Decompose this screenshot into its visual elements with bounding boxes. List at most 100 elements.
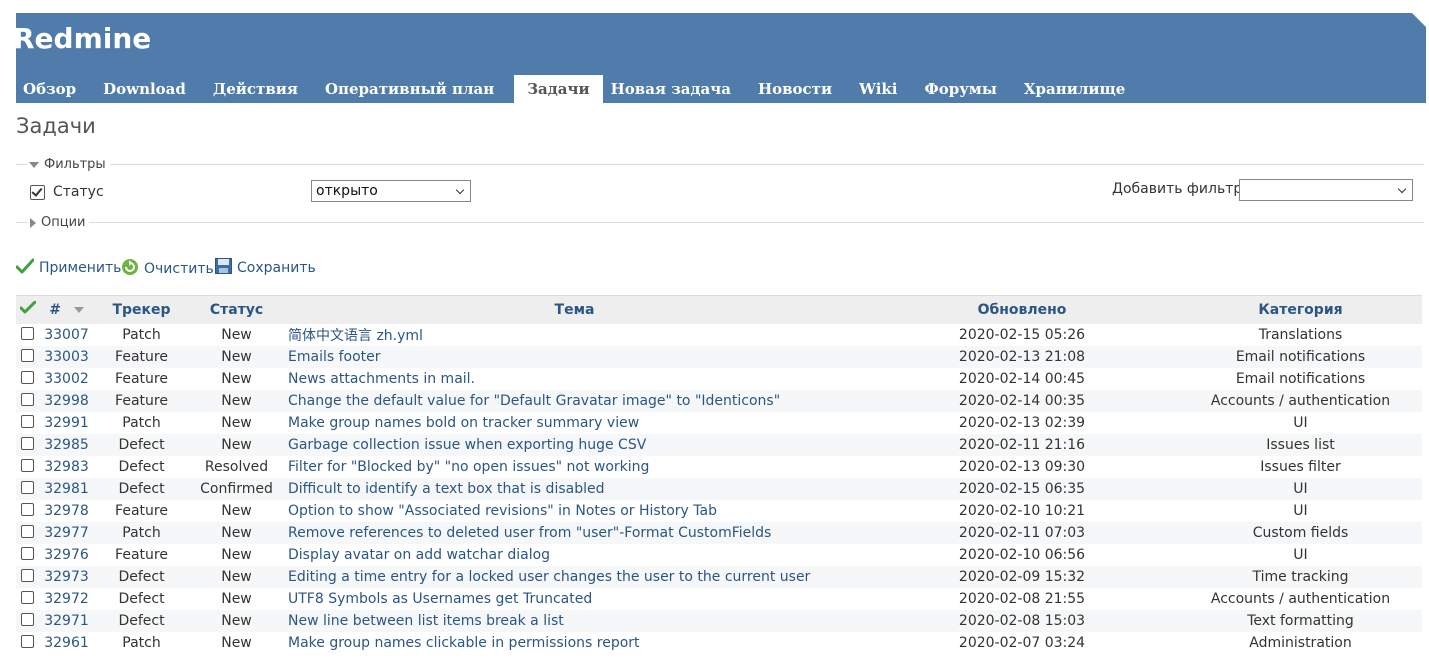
issue-subject-link[interactable]: Change the default value for "Default Gr… xyxy=(288,393,780,409)
updated-cell: 2020-02-13 02:39 xyxy=(958,415,1086,431)
status-operator-select[interactable]: открыто xyxy=(311,180,471,202)
issue-subject-link[interactable]: Garbage collection issue when exporting … xyxy=(288,437,646,453)
issue-subject-link[interactable]: Emails footer xyxy=(288,349,381,365)
issue-subject-link[interactable]: News attachments in mail. xyxy=(288,371,475,387)
table-row[interactable]: 33002 Feature New News attachments in mail.… xyxy=(16,368,1422,390)
issue-subject-link[interactable]: Make group names clickable in permission… xyxy=(288,635,640,651)
status-cell: New xyxy=(221,371,252,387)
issue-id-link[interactable]: 32985 xyxy=(44,437,89,453)
status-cell: New xyxy=(189,346,284,368)
issue-id-link[interactable]: 32977 xyxy=(44,525,89,541)
issue-id-link[interactable]: 32973 xyxy=(44,569,89,585)
row-checkbox[interactable] xyxy=(21,370,34,384)
status-cell: New xyxy=(221,327,252,343)
issue-subject-link[interactable]: New line between list items break a list xyxy=(288,613,564,629)
issue-id-link[interactable]: 32978 xyxy=(44,503,89,519)
table-row[interactable]: 32998 Feature New Change the default value … xyxy=(16,390,1422,412)
issue-id-link[interactable]: 32991 xyxy=(44,415,89,431)
category-cell: UI xyxy=(1293,415,1308,431)
menu-item[interactable]: Задачи xyxy=(514,75,603,103)
status-cell: New xyxy=(189,390,284,412)
table-row[interactable]: 32978 Feature New Option to show "Associate… xyxy=(16,500,1422,522)
row-checkbox[interactable] xyxy=(21,612,34,626)
issue-id-link[interactable]: 33002 xyxy=(44,371,89,387)
issue-id-link[interactable]: 32972 xyxy=(44,591,89,607)
clear-button[interactable]: Очистить xyxy=(121,258,214,280)
add-filter-label: Добавить фильтр xyxy=(1112,181,1243,197)
row-checkbox[interactable] xyxy=(21,326,34,340)
options-legend-toggle[interactable]: Опции xyxy=(27,215,90,230)
column-category-header[interactable]: Категория xyxy=(1179,295,1422,324)
row-checkbox[interactable] xyxy=(21,436,34,450)
menu-item[interactable]: Новости xyxy=(751,75,839,103)
menu-item[interactable]: Новая задача xyxy=(604,75,738,103)
row-checkbox[interactable] xyxy=(21,480,34,494)
status-filter-checkbox[interactable] xyxy=(30,184,45,200)
menu-item[interactable]: Форумы xyxy=(917,75,1003,103)
issue-subject-link[interactable]: UTF8 Symbols as Usernames get Truncated xyxy=(288,591,592,607)
column-updated-header[interactable]: Обновлено xyxy=(865,295,1179,324)
table-row[interactable]: 32976 Feature New Display avatar on add wat… xyxy=(16,544,1422,566)
issue-subject-link[interactable]: Editing a time entry for a locked user c… xyxy=(288,569,810,585)
table-row[interactable]: 32973 Defect New Editing a time entry for a… xyxy=(16,566,1422,588)
issue-subject-link[interactable]: Remove references to deleted user from "… xyxy=(288,525,771,541)
menu-item[interactable]: Оперативный план xyxy=(318,75,501,103)
table-row[interactable]: 32971 Defect New New line between list item… xyxy=(16,610,1422,632)
menu-item[interactable]: Wiki xyxy=(852,75,904,103)
issue-subject-link[interactable]: Option to show "Associated revisions" in… xyxy=(288,503,717,519)
updated-cell: 2020-02-10 06:56 xyxy=(958,547,1086,563)
save-button[interactable]: Сохранить xyxy=(215,258,316,278)
toggle-all-checkbox[interactable] xyxy=(16,295,39,324)
column-id-header[interactable]: # xyxy=(39,295,94,324)
issue-id-link[interactable]: 32981 xyxy=(44,481,89,497)
row-checkbox[interactable] xyxy=(21,414,34,428)
issue-subject-link[interactable]: Display avatar on add watchar dialog xyxy=(288,547,550,563)
row-checkbox[interactable] xyxy=(21,348,34,362)
issue-id-link[interactable]: 32961 xyxy=(44,635,89,651)
row-checkbox[interactable] xyxy=(21,392,34,406)
table-row[interactable]: 32985 Defect New Garbage collection issue w… xyxy=(16,434,1422,456)
issue-id-link[interactable]: 32976 xyxy=(44,547,89,563)
issue-id-link[interactable]: 32998 xyxy=(44,393,89,409)
table-row[interactable]: 32983 Defect Resolved Filter for "Blocked b… xyxy=(16,456,1422,478)
row-checkbox[interactable] xyxy=(21,568,34,582)
row-checkbox[interactable] xyxy=(21,458,34,472)
menu-item[interactable]: Download xyxy=(96,75,193,103)
table-row[interactable]: 32977 Patch New Remove references to delete… xyxy=(16,522,1422,544)
menu-item[interactable]: Хранилище xyxy=(1017,75,1132,103)
app-title[interactable]: Redmine xyxy=(13,22,151,55)
add-filter-select[interactable] xyxy=(1239,179,1413,201)
row-checkbox[interactable] xyxy=(21,502,34,516)
row-checkbox[interactable] xyxy=(21,524,34,538)
table-row[interactable]: 33007 Patch New 简体中文语言 zh.yml 2020-02-15 05:… xyxy=(16,324,1422,346)
issue-subject-link[interactable]: Filter for "Blocked by" "no open issues"… xyxy=(288,459,649,475)
filters-legend-toggle[interactable]: Фильтры xyxy=(27,157,110,172)
issue-id-link[interactable]: 32971 xyxy=(44,613,89,629)
category-cell: UI xyxy=(1293,503,1308,519)
table-row[interactable]: 32961 Patch New Make group names clickable … xyxy=(16,632,1422,654)
issue-subject-link[interactable]: Difficult to identify a text box that is… xyxy=(288,481,604,497)
issue-subject-link[interactable]: 简体中文语言 zh.yml xyxy=(288,328,423,344)
row-checkbox[interactable] xyxy=(21,546,34,560)
menu-item[interactable]: Действия xyxy=(206,75,305,103)
issue-subject-link[interactable]: Make group names bold on tracker summary… xyxy=(288,415,639,431)
updated-cell: 2020-02-07 03:24 xyxy=(958,635,1086,651)
issue-id-link[interactable]: 33003 xyxy=(44,349,89,365)
issue-id-link[interactable]: 33007 xyxy=(44,327,89,343)
table-row[interactable]: 33003 Feature New Emails footer 2020-02-13 2… xyxy=(16,346,1422,368)
column-subject-header[interactable]: Тема xyxy=(284,295,865,324)
table-row[interactable]: 32991 Patch New Make group names bold on tr… xyxy=(16,412,1422,434)
sort-desc-icon xyxy=(73,307,84,313)
column-tracker-header[interactable]: Трекер xyxy=(94,295,189,324)
apply-button[interactable]: Применить xyxy=(15,258,121,278)
issue-id-link[interactable]: 32983 xyxy=(44,459,89,475)
header-corner-notch xyxy=(1412,13,1426,27)
row-checkbox[interactable] xyxy=(21,590,34,604)
table-row[interactable]: 32981 Defect Confirmed Difficult to identif… xyxy=(16,478,1422,500)
tracker-cell: Feature xyxy=(94,346,189,368)
chevron-down-icon xyxy=(455,185,465,195)
table-row[interactable]: 32972 Defect New UTF8 Symbols as Usernames … xyxy=(16,588,1422,610)
menu-item[interactable]: Обзор xyxy=(16,75,83,103)
row-checkbox[interactable] xyxy=(21,634,34,648)
column-status-header[interactable]: Статус xyxy=(189,295,284,324)
